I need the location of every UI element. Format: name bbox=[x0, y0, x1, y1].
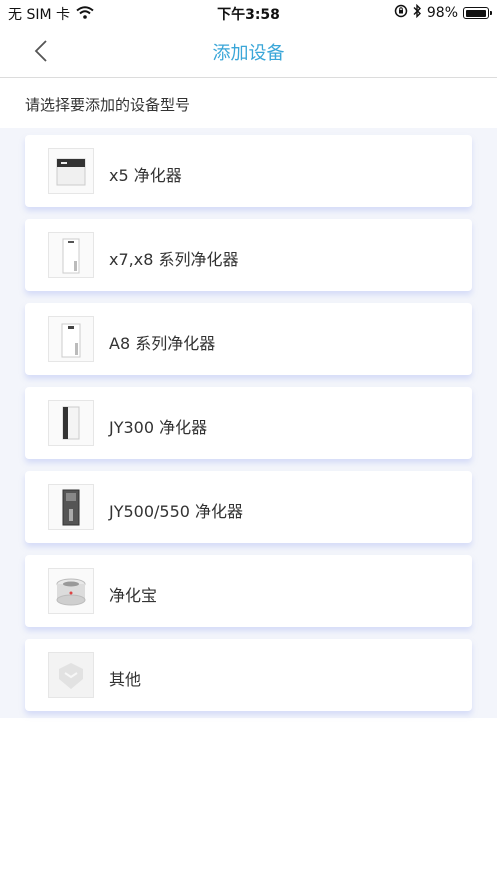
x7-x8-purifier-image bbox=[48, 232, 94, 278]
orientation-lock-icon bbox=[394, 4, 408, 22]
page-title: 添加设备 bbox=[212, 43, 285, 64]
jy500-purifier-image bbox=[48, 484, 94, 530]
a8-purifier-image bbox=[48, 316, 94, 362]
battery-icon bbox=[463, 7, 492, 19]
navigation-bar: 添加设备 bbox=[0, 26, 497, 78]
status-bar: 无 SIM 卡 下午3:58 98% bbox=[0, 0, 497, 26]
device-card-jy300[interactable]: JY300 净化器 bbox=[25, 387, 472, 459]
device-label: 净化宝 bbox=[109, 586, 158, 605]
other-device-icon bbox=[48, 652, 94, 698]
device-label: x5 净化器 bbox=[109, 166, 182, 185]
bluetooth-icon bbox=[413, 3, 422, 22]
device-card-x5[interactable]: x5 净化器 bbox=[25, 135, 472, 207]
status-right: 98% bbox=[389, 3, 492, 22]
device-label: A8 系列净化器 bbox=[109, 334, 216, 353]
device-card-a8[interactable]: A8 系列净化器 bbox=[25, 303, 472, 375]
device-card-jy500[interactable]: JY500/550 净化器 bbox=[25, 471, 472, 543]
purifier-bao-image bbox=[48, 568, 94, 614]
device-card-x7-x8[interactable]: x7,x8 系列净化器 bbox=[25, 219, 472, 291]
device-label: x7,x8 系列净化器 bbox=[109, 250, 239, 269]
device-label: 其他 bbox=[109, 670, 142, 689]
device-card-other[interactable]: 其他 bbox=[25, 639, 472, 711]
battery-fill bbox=[465, 9, 486, 17]
device-label: JY500/550 净化器 bbox=[109, 502, 244, 521]
section-label: 请选择要添加的设备型号 bbox=[25, 96, 191, 114]
battery-percent: 98% bbox=[426, 5, 458, 21]
x5-purifier-image bbox=[48, 148, 94, 194]
jy300-purifier-image bbox=[48, 400, 94, 446]
device-card-purifier-bao[interactable]: 净化宝 bbox=[25, 555, 472, 627]
device-label: JY300 净化器 bbox=[109, 418, 208, 437]
